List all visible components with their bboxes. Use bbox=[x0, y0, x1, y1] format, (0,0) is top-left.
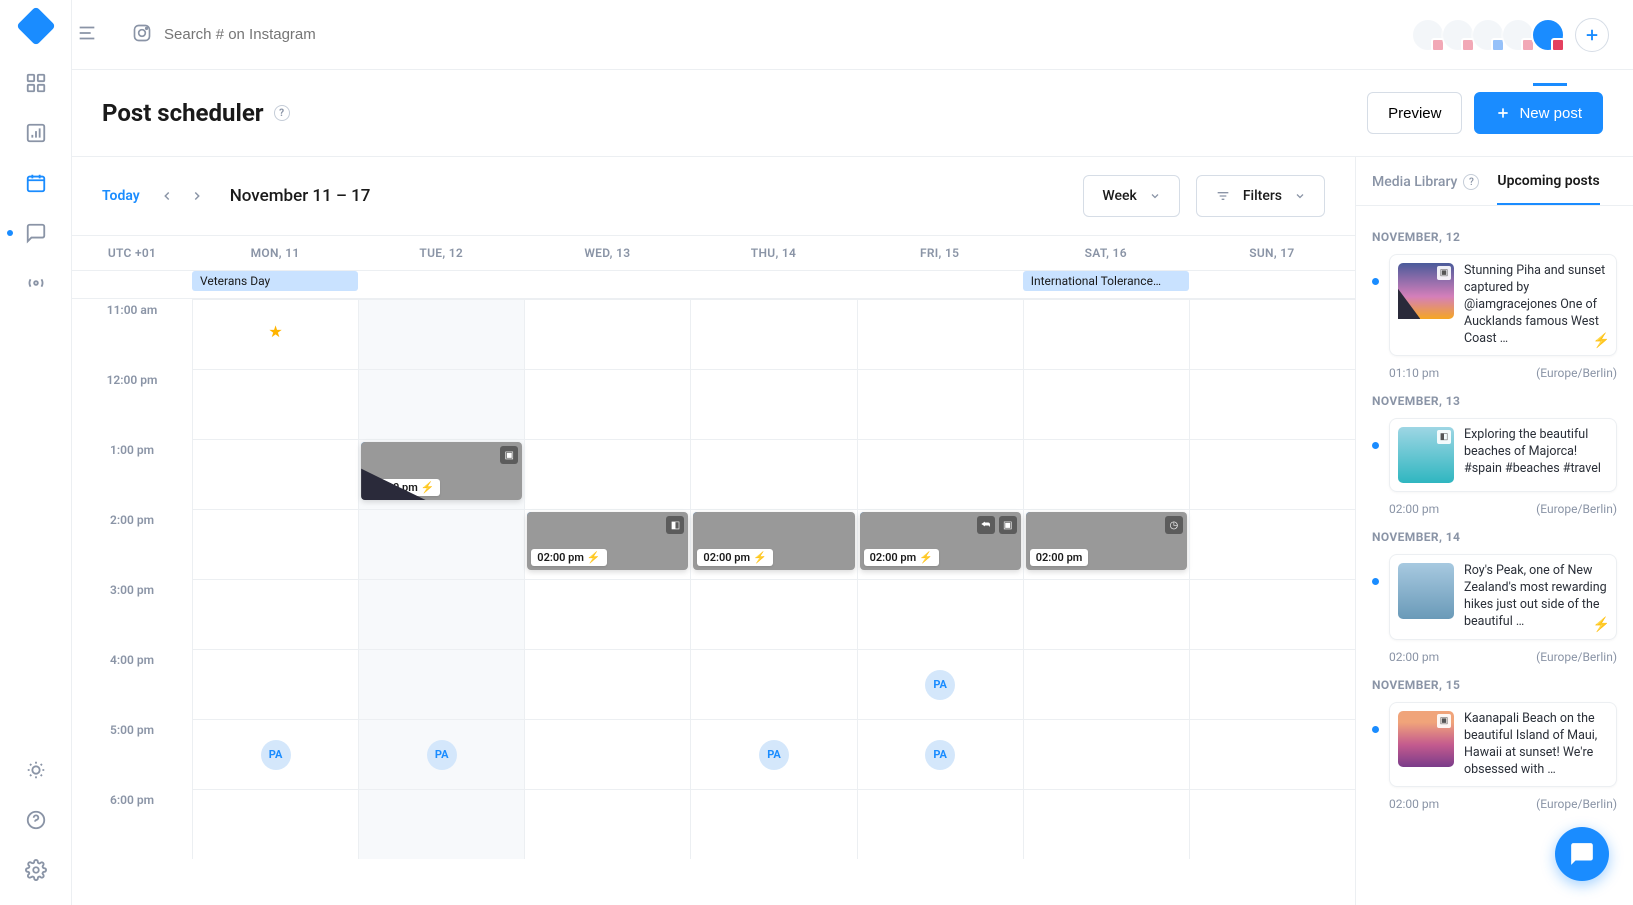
day-header: THU, 14 bbox=[690, 236, 856, 270]
hour-row: 11:00 am ★ bbox=[72, 299, 1355, 369]
nav-scheduler-icon[interactable] bbox=[25, 172, 47, 194]
menu-toggle[interactable] bbox=[76, 22, 98, 48]
upcoming-post[interactable]: ◧ Exploring the beautiful beaches of Maj… bbox=[1372, 418, 1617, 492]
top-bar bbox=[72, 0, 1633, 70]
new-post-button[interactable]: New post bbox=[1474, 92, 1603, 134]
scheduled-post[interactable]: ◷ 02:00 pm bbox=[1026, 512, 1187, 570]
preview-button[interactable]: Preview bbox=[1367, 92, 1462, 134]
instagram-icon bbox=[132, 23, 152, 47]
calendar-toolbar: Today November 11 – 17 Week Filters bbox=[72, 157, 1355, 236]
nav-live-icon[interactable] bbox=[25, 272, 47, 294]
help-tooltip-icon[interactable]: ? bbox=[1463, 174, 1479, 190]
nav-ideas-icon[interactable] bbox=[25, 759, 47, 781]
tab-media-library[interactable]: Media Library ? bbox=[1372, 174, 1479, 204]
day-header: SUN, 17 bbox=[1189, 236, 1355, 270]
page-title: Post scheduler bbox=[102, 99, 264, 127]
group-date-label: NOVEMBER, 12 bbox=[1372, 230, 1617, 244]
account-1[interactable] bbox=[1411, 18, 1445, 52]
main-content: Post scheduler ? Preview New post Today bbox=[72, 0, 1633, 905]
day-header: FRI, 15 bbox=[857, 236, 1023, 270]
image-type-icon: ▣ bbox=[1437, 714, 1451, 728]
date-range: November 11 – 17 bbox=[230, 186, 371, 206]
account-3[interactable] bbox=[1471, 18, 1505, 52]
best-time-icon[interactable]: ★ bbox=[193, 300, 358, 341]
intercom-launcher[interactable] bbox=[1555, 827, 1609, 881]
upcoming-post[interactable]: Roy's Peak, one of New Zealand's most re… bbox=[1372, 554, 1617, 640]
day-header: MON, 11 bbox=[192, 236, 358, 270]
scheduled-post[interactable]: ▣ 01:10 pm⚡ bbox=[361, 442, 522, 500]
scheduled-post[interactable]: ⮪▣ 02:00 pm⚡ bbox=[860, 512, 1021, 570]
carousel-icon: ◧ bbox=[1437, 430, 1451, 444]
nav-help-icon[interactable] bbox=[25, 809, 47, 831]
account-4[interactable] bbox=[1501, 18, 1535, 52]
account-active[interactable] bbox=[1531, 18, 1565, 52]
next-week-button[interactable] bbox=[186, 185, 208, 207]
search-input[interactable] bbox=[164, 26, 424, 43]
add-account-button[interactable] bbox=[1575, 18, 1609, 52]
day-header: TUE, 12 bbox=[358, 236, 524, 270]
group-date-label: NOVEMBER, 14 bbox=[1372, 530, 1617, 544]
allday-event[interactable]: International Tolerance… bbox=[1023, 271, 1189, 291]
tab-upcoming-posts[interactable]: Upcoming posts bbox=[1497, 173, 1599, 205]
placeholder-slot[interactable]: PA bbox=[427, 740, 457, 770]
today-link[interactable]: Today bbox=[102, 188, 140, 204]
nav-analytics-icon[interactable] bbox=[25, 122, 47, 144]
allday-event[interactable]: Veterans Day bbox=[192, 271, 358, 291]
calendar: UTC +01 MON, 11 TUE, 12 WED, 13 THU, 14 … bbox=[72, 236, 1355, 905]
scheduled-post[interactable]: ◧ 02:00 pm⚡ bbox=[527, 512, 688, 570]
app-logo bbox=[16, 6, 56, 46]
day-header: WED, 13 bbox=[524, 236, 690, 270]
help-tooltip-icon[interactable]: ? bbox=[274, 105, 290, 121]
nav-settings-icon[interactable] bbox=[25, 859, 47, 881]
page-header: Post scheduler ? Preview New post bbox=[72, 70, 1633, 157]
upcoming-post[interactable]: ▣ Stunning Piha and sunset captured by @… bbox=[1372, 254, 1617, 356]
account-2[interactable] bbox=[1441, 18, 1475, 52]
day-header: SAT, 16 bbox=[1023, 236, 1189, 270]
image-type-icon: ▣ bbox=[999, 516, 1017, 534]
share-icon: ⮪ bbox=[977, 516, 995, 534]
placeholder-slot[interactable]: PA bbox=[261, 740, 291, 770]
group-date-label: NOVEMBER, 15 bbox=[1372, 678, 1617, 692]
image-type-icon: ▣ bbox=[500, 446, 518, 464]
view-select[interactable]: Week bbox=[1083, 175, 1179, 217]
image-type-icon: ▣ bbox=[1437, 266, 1451, 280]
nav-dashboard-icon[interactable] bbox=[25, 72, 47, 94]
account-switcher bbox=[1415, 18, 1609, 52]
upcoming-post[interactable]: ▣ Kaanapali Beach on the beautiful Islan… bbox=[1372, 702, 1617, 788]
right-panel: Media Library ? Upcoming posts NOVEMBER,… bbox=[1355, 157, 1633, 905]
carousel-icon: ◧ bbox=[666, 516, 684, 534]
group-date-label: NOVEMBER, 13 bbox=[1372, 394, 1617, 408]
filters-button[interactable]: Filters bbox=[1196, 175, 1325, 217]
prev-week-button[interactable] bbox=[156, 185, 178, 207]
placeholder-slot[interactable]: PA bbox=[759, 740, 789, 770]
nav-comments-icon[interactable] bbox=[25, 222, 47, 244]
scheduled-post[interactable]: 02:00 pm⚡ bbox=[693, 512, 854, 570]
tz-label: UTC +01 bbox=[72, 236, 192, 270]
placeholder-slot[interactable]: PA bbox=[925, 740, 955, 770]
placeholder-slot[interactable]: PA bbox=[925, 670, 955, 700]
side-navigation bbox=[0, 0, 72, 905]
story-icon: ◷ bbox=[1165, 516, 1183, 534]
